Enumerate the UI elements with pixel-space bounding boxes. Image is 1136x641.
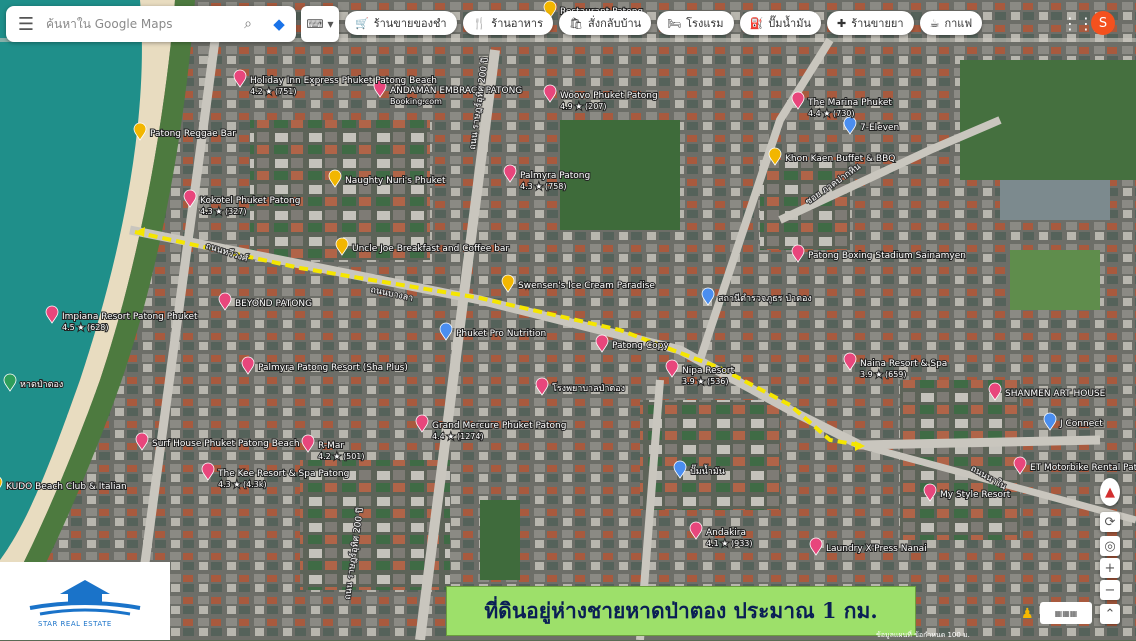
takeout-icon: 🛍: [569, 16, 583, 30]
chip-coffee[interactable]: ☕ กาแฟ: [919, 11, 983, 35]
place-label[interactable]: BEYOND PATONG: [234, 298, 313, 310]
my-location-button[interactable]: ◎: [1100, 536, 1120, 556]
chevron-up-icon: ⌃: [1104, 606, 1116, 622]
chip-pharmacy[interactable]: ✚ ร้านขายยา: [826, 11, 914, 35]
plus-icon: +: [1104, 560, 1116, 576]
chip-label: กาแฟ: [944, 17, 973, 30]
search-box[interactable]: ☰ ค้นหาใน Google Maps ⌕ ◆: [6, 6, 296, 42]
distance-banner: ที่ดินอยู่ห่างชายหาดป่าตอง ประมาณ 1 กม.: [446, 586, 916, 636]
compass-icon: ▲: [1105, 484, 1115, 500]
coffee-icon: ☕: [929, 16, 940, 30]
place-label[interactable]: ANDAMAN EMBRACE PATONG: [389, 85, 523, 97]
place-label[interactable]: Nipa Resort: [681, 365, 736, 377]
place-rating: 4.9 ★ (207): [560, 102, 607, 111]
place-rating: Booking.com: [390, 97, 442, 106]
menu-icon[interactable]: ☰: [6, 14, 46, 35]
chip-label: ร้านขายยา: [851, 17, 904, 30]
place-label[interactable]: Impiana Resort Patong Phuket: [61, 311, 199, 323]
place-label[interactable]: Surf House Phuket Patong Beach: [151, 438, 301, 450]
place-label[interactable]: Grand Mercure Phuket Patong: [431, 420, 567, 432]
place-label[interactable]: Naughty Nuri's Phuket: [344, 175, 447, 187]
place-label[interactable]: KUDO Beach Club & Italian: [5, 481, 128, 493]
place-label[interactable]: Uncle Joe Breakfast and Coffee bar: [351, 243, 510, 255]
chip-label: ร้านอาหาร: [491, 17, 544, 30]
place-rating: 3.9 ★ (659): [860, 370, 907, 379]
place-label[interactable]: J Connect: [1058, 418, 1104, 430]
place-label[interactable]: Swensen's Ice Cream Paradise: [517, 280, 656, 292]
location-icon: ◎: [1104, 538, 1116, 554]
search-input[interactable]: ค้นหาใน Google Maps: [46, 15, 234, 34]
place-rating: 4.5 ★ (628): [62, 323, 109, 332]
keyboard-icon: ⌨ ▾: [306, 17, 334, 31]
compass-button[interactable]: ▲: [1100, 478, 1120, 506]
chip-label: สั่งกลับบ้าน: [588, 17, 642, 30]
place-label[interactable]: Naina Resort & Spa: [859, 358, 948, 370]
place-label[interactable]: Kokotel Phuket Patong: [199, 195, 301, 207]
place-rating: 4.4 ★ (730): [808, 109, 855, 118]
input-tools-button[interactable]: ⌨ ▾: [301, 6, 339, 42]
chip-label: ร้านขายของชำ: [373, 17, 447, 30]
restaurant-icon: 🍴: [472, 16, 487, 30]
place-label[interactable]: Andakira: [705, 527, 747, 539]
place-rating: 4.2 ★ (501): [318, 452, 365, 461]
category-chips: 🛒 ร้านขายของชำ 🍴 ร้านอาหาร 🛍 สั่งกลับบ้าน 🛏 โรง…: [345, 11, 983, 35]
place-rating: 4.1 ★ (933): [706, 539, 753, 548]
place-rating: 3.9 ★ (536): [682, 377, 729, 386]
place-label[interactable]: Phuket Pro Nutrition: [455, 328, 547, 340]
chip-takeout[interactable]: 🛍 สั่งกลับบ้าน: [559, 11, 652, 35]
place-label[interactable]: SHANMEN ART HOUSE: [1004, 388, 1107, 400]
chip-gas[interactable]: ⛽ ปั๊มน้ำมัน: [739, 11, 821, 35]
pharmacy-icon: ✚: [836, 16, 847, 30]
map-attribution: ข้อมูลแผนที่ ข้อกำหนด 100 ม.: [876, 631, 970, 639]
place-label[interactable]: ET Motorbike Rental Patong: [1029, 462, 1136, 474]
place-label[interactable]: Khon Kaen Buffet & BBQ: [784, 153, 896, 165]
chip-hotel[interactable]: 🛏 โรงแรม: [657, 11, 734, 35]
place-label[interactable]: Holiday Inn Express Phuket Patong Beach: [249, 75, 438, 87]
search-icon[interactable]: ⌕: [234, 16, 262, 32]
zoom-out-button[interactable]: −: [1100, 580, 1120, 600]
chip-cart[interactable]: 🛒 ร้านขายของชำ: [345, 11, 457, 35]
minus-icon: −: [1104, 582, 1116, 598]
layers-button[interactable]: ▦▦▦: [1040, 602, 1092, 624]
rotate-icon: ⟳: [1104, 514, 1116, 530]
place-label[interactable]: 7-Eleven: [859, 122, 900, 134]
house-logo-icon: [29, 580, 141, 616]
chip-restaurant[interactable]: 🍴 ร้านอาหาร: [462, 11, 554, 35]
place-label[interactable]: โรงพยาบาลป่าตอง: [551, 382, 626, 395]
chip-label: โรงแรม: [686, 17, 724, 30]
zoom-in-button[interactable]: +: [1100, 558, 1120, 578]
place-label[interactable]: The Kee Resort & Spa Patong: [216, 468, 350, 480]
place-label[interactable]: R-Mar: [317, 440, 345, 452]
cart-icon: 🛒: [355, 16, 369, 30]
place-rating: 4.4 ★ (1274): [432, 432, 484, 441]
place-label[interactable]: Palmyra Patong: [519, 170, 591, 182]
gas-icon: ⛽: [749, 16, 764, 30]
satellite-map[interactable]: Holiday Inn Express Phuket Patong Beach4…: [0, 0, 1136, 640]
place-label[interactable]: หาดป่าตอง: [19, 379, 64, 391]
logo-text: STAR REAL ESTATE: [38, 620, 112, 628]
place-rating: 4.2 ★ (751): [250, 87, 297, 96]
place-rating: 4.3 ★ (4.3k): [218, 480, 267, 489]
place-rating: 4.3 ★ (758): [520, 182, 567, 191]
place-label[interactable]: Palmyra Patong Resort (Sha Plus): [257, 362, 409, 374]
place-label[interactable]: Patong Copy: [611, 340, 670, 352]
place-rating: 4.3 ★ (327): [200, 207, 247, 216]
rotate-button[interactable]: ⟳: [1100, 512, 1120, 532]
layers-icon: ▦▦▦: [1054, 608, 1078, 618]
place-label[interactable]: Patong Reggae Bar: [149, 128, 237, 140]
place-label[interactable]: Patong Boxing Stadium Sainamyen: [807, 250, 967, 262]
avatar[interactable]: S: [1091, 11, 1115, 35]
place-label[interactable]: สถานีตำรวจภูธร ป่าตอง: [717, 292, 813, 305]
hotel-icon: 🛏: [667, 16, 682, 30]
place-label[interactable]: My Style Resort: [939, 489, 1012, 501]
place-label[interactable]: The Marina Phuket: [806, 97, 893, 109]
directions-icon[interactable]: ◆: [262, 15, 296, 33]
place-label[interactable]: Laundry X'Press Nanai: [825, 543, 928, 555]
place-label[interactable]: Woovo Phuket Patong: [559, 90, 659, 102]
pegman-icon[interactable]: ♟: [1021, 606, 1034, 622]
chip-label: ปั๊มน้ำมัน: [768, 17, 811, 30]
expand-button[interactable]: ⌃: [1100, 604, 1120, 624]
star-real-estate-logo: STAR REAL ESTATE: [0, 562, 170, 640]
